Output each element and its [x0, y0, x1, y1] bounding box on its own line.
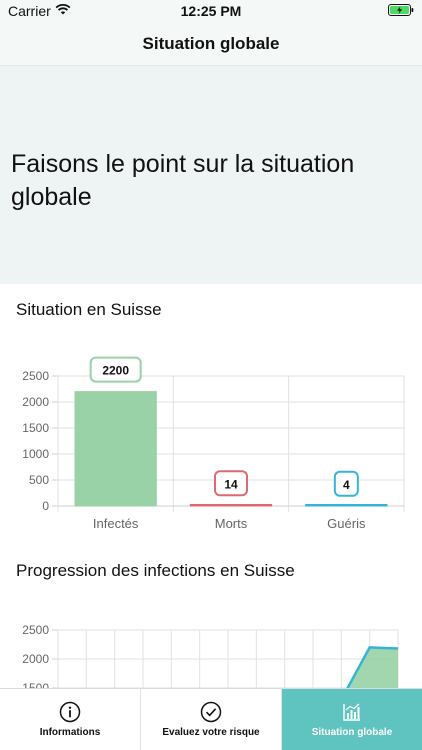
x-tick-label: Guéris — [327, 516, 366, 531]
y-tick-label: 1000 — [22, 447, 49, 461]
chart-icon — [343, 703, 360, 721]
hero-banner: Faisons le point sur la situation global… — [0, 66, 422, 284]
data-label: 2200 — [102, 364, 129, 378]
bar — [305, 504, 388, 507]
page-title: Situation globale — [142, 34, 280, 53]
y-tick-label: 2000 — [22, 395, 49, 409]
bar — [74, 391, 157, 507]
y-tick-label: 500 — [29, 473, 49, 487]
tab-evaluez-risque[interactable]: Evaluez votre risque — [141, 689, 282, 750]
tab-bar: Informations Evaluez votre risque Situat… — [0, 688, 422, 750]
check-circle-icon — [200, 701, 222, 723]
situation-section-title: Situation en Suisse — [16, 300, 162, 319]
status-bar: Carrier 12:25 PM — [0, 0, 422, 22]
info-icon — [59, 701, 81, 723]
tab-situation-globale[interactable]: Situation globale — [282, 689, 422, 750]
y-tick-label: 1500 — [22, 681, 49, 688]
y-tick-label: 2000 — [22, 652, 49, 666]
situation-bar-chart: 0 500 1000 1500 2000 2500 2200 Infectés 14 Morts 4… — [22, 356, 405, 531]
tab-label: Evaluez votre risque — [162, 727, 260, 738]
tab-label: Situation globale — [311, 727, 393, 738]
y-tick-label: 0 — [42, 499, 49, 513]
progression-section-title: Progression des infections en Suisse — [16, 561, 295, 580]
data-label: 4 — [343, 478, 350, 492]
x-tick-label: Infectés — [93, 516, 139, 531]
bar — [189, 504, 273, 507]
progression-area-chart: 1500 2000 2500 — [22, 623, 399, 688]
tab-label: Informations — [39, 727, 101, 738]
navigation-bar: Situation globale — [0, 22, 422, 66]
data-label: 14 — [224, 477, 238, 491]
y-tick-label: 2500 — [22, 369, 49, 383]
battery-charging-icon — [388, 4, 414, 16]
tab-informations[interactable]: Informations — [0, 689, 141, 750]
y-tick-label: 2500 — [22, 623, 49, 637]
y-tick-label: 1500 — [22, 421, 49, 435]
status-time: 12:25 PM — [180, 3, 242, 19]
x-tick-label: Morts — [215, 516, 248, 531]
hero-text: Faisons le point sur la situation global… — [11, 150, 355, 211]
